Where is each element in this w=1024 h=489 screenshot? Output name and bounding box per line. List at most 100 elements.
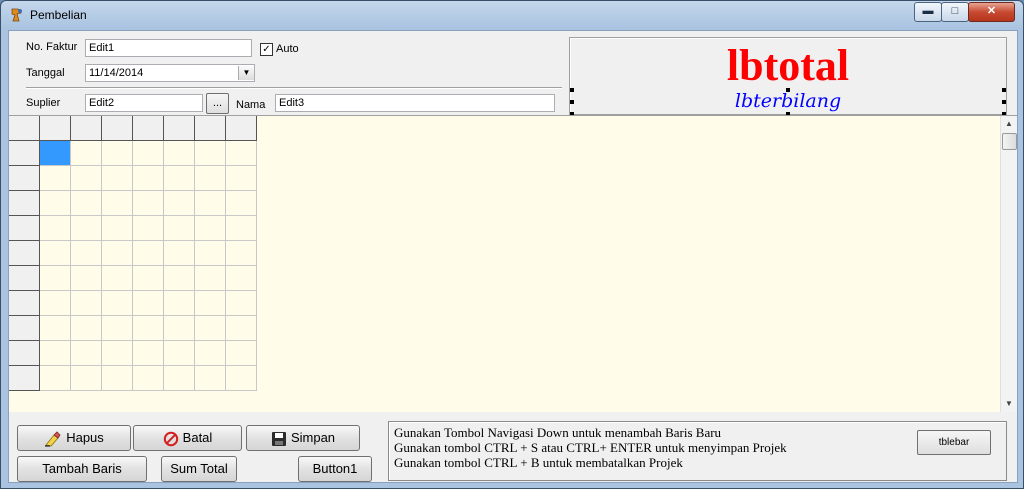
grid-cell[interactable] xyxy=(226,166,257,191)
chevron-down-icon[interactable]: ▼ xyxy=(238,66,254,80)
grid-header-cell[interactable] xyxy=(9,241,40,266)
grid-cell[interactable] xyxy=(133,291,164,316)
grid-cell[interactable] xyxy=(226,266,257,291)
grid-cell[interactable] xyxy=(226,141,257,166)
grid-cell[interactable] xyxy=(133,141,164,166)
grid-cell[interactable] xyxy=(195,316,226,341)
grid-cell[interactable] xyxy=(133,366,164,391)
sum-total-button[interactable]: Sum Total xyxy=(161,456,237,482)
grid-header-cell[interactable] xyxy=(9,266,40,291)
grid-cell[interactable] xyxy=(71,291,102,316)
grid-cell[interactable] xyxy=(133,191,164,216)
grid-cell[interactable] xyxy=(195,166,226,191)
grid-cell[interactable] xyxy=(102,166,133,191)
button1-button[interactable]: Button1 xyxy=(298,456,372,482)
grid-cell[interactable] xyxy=(133,341,164,366)
grid-cell[interactable] xyxy=(195,141,226,166)
grid-header-cell[interactable] xyxy=(164,116,195,141)
grid-header-cell[interactable] xyxy=(9,291,40,316)
grid-header-cell[interactable] xyxy=(195,116,226,141)
grid-cell[interactable] xyxy=(164,191,195,216)
grid-cell[interactable] xyxy=(164,366,195,391)
grid-vertical-scrollbar[interactable]: ▲ ▼ xyxy=(1000,116,1017,412)
grid-cell[interactable] xyxy=(195,241,226,266)
grid-header-cell[interactable] xyxy=(133,116,164,141)
nama-field[interactable]: Edit3 xyxy=(275,94,555,112)
grid-header-cell[interactable] xyxy=(9,366,40,391)
hapus-button[interactable]: Hapus xyxy=(17,425,131,451)
tambah-baris-button[interactable]: Tambah Baris xyxy=(17,456,147,482)
grid-cell[interactable] xyxy=(226,291,257,316)
grid-cell[interactable] xyxy=(71,166,102,191)
grid-cell[interactable] xyxy=(164,316,195,341)
grid-cell[interactable] xyxy=(71,241,102,266)
grid-header-cell[interactable] xyxy=(71,116,102,141)
grid-cell[interactable] xyxy=(71,266,102,291)
purchase-grid[interactable]: ▲ ▼ xyxy=(9,115,1017,412)
suplier-field[interactable]: Edit2 xyxy=(85,94,203,112)
auto-checkbox[interactable]: ✓ xyxy=(260,43,273,56)
simpan-button[interactable]: Simpan xyxy=(246,425,360,451)
grid-cell[interactable] xyxy=(226,241,257,266)
title-bar[interactable]: Pembelian ▬ □ ✕ xyxy=(1,1,1023,29)
grid-cell[interactable] xyxy=(226,341,257,366)
minimize-button[interactable]: ▬ xyxy=(914,2,942,22)
grid-header-cell[interactable] xyxy=(9,341,40,366)
grid-cell[interactable] xyxy=(226,191,257,216)
grid-cell[interactable] xyxy=(102,266,133,291)
grid-cell[interactable] xyxy=(164,141,195,166)
grid-cell[interactable] xyxy=(102,291,133,316)
grid-header-cell[interactable] xyxy=(9,116,40,141)
grid-cell[interactable] xyxy=(71,216,102,241)
grid-cell[interactable] xyxy=(164,291,195,316)
grid-header-cell[interactable] xyxy=(40,116,71,141)
grid-cell[interactable] xyxy=(102,191,133,216)
close-button[interactable]: ✕ xyxy=(968,2,1015,22)
grid-cell[interactable] xyxy=(226,216,257,241)
grid-cell[interactable] xyxy=(71,341,102,366)
tanggal-date-picker[interactable]: 11/14/2014 ▼ xyxy=(85,64,255,82)
grid-selected-cell[interactable] xyxy=(40,141,71,166)
grid-header-cell[interactable] xyxy=(9,141,40,166)
scroll-down-icon[interactable]: ▼ xyxy=(1001,396,1017,412)
grid-cell[interactable] xyxy=(102,341,133,366)
grid-cell[interactable] xyxy=(133,241,164,266)
grid-cell[interactable] xyxy=(40,191,71,216)
grid-header-cell[interactable] xyxy=(9,166,40,191)
grid-cell[interactable] xyxy=(195,341,226,366)
grid-cell[interactable] xyxy=(195,366,226,391)
grid-header-cell[interactable] xyxy=(102,116,133,141)
grid-cell[interactable] xyxy=(102,366,133,391)
grid-cell[interactable] xyxy=(40,216,71,241)
grid-cell[interactable] xyxy=(71,316,102,341)
grid-cell[interactable] xyxy=(226,366,257,391)
grid-cell[interactable] xyxy=(102,216,133,241)
grid-cell[interactable] xyxy=(164,166,195,191)
grid-cell[interactable] xyxy=(71,191,102,216)
grid-cell[interactable] xyxy=(164,216,195,241)
grid-cell[interactable] xyxy=(40,166,71,191)
grid-cell[interactable] xyxy=(133,316,164,341)
grid-cell[interactable] xyxy=(133,166,164,191)
scroll-up-icon[interactable]: ▲ xyxy=(1001,116,1017,132)
grid-cell[interactable] xyxy=(71,366,102,391)
grid-cell[interactable] xyxy=(40,316,71,341)
grid-header-cell[interactable] xyxy=(226,116,257,141)
grid-cell[interactable] xyxy=(71,141,102,166)
grid-cell[interactable] xyxy=(40,266,71,291)
grid-cell[interactable] xyxy=(102,141,133,166)
grid-cell[interactable] xyxy=(226,316,257,341)
grid-header-cell[interactable] xyxy=(9,316,40,341)
browse-suplier-button[interactable]: ... xyxy=(206,93,229,114)
grid-cell[interactable] xyxy=(40,241,71,266)
grid-cell[interactable] xyxy=(102,241,133,266)
grid-cell[interactable] xyxy=(102,316,133,341)
scroll-thumb[interactable] xyxy=(1002,133,1017,150)
tblebar-button[interactable]: tblebar xyxy=(917,430,991,455)
grid-cell[interactable] xyxy=(40,366,71,391)
grid-cell[interactable] xyxy=(164,241,195,266)
grid-cell[interactable] xyxy=(195,266,226,291)
no-faktur-field[interactable]: Edit1 xyxy=(85,39,252,57)
grid-cell[interactable] xyxy=(195,191,226,216)
grid-cell[interactable] xyxy=(133,266,164,291)
